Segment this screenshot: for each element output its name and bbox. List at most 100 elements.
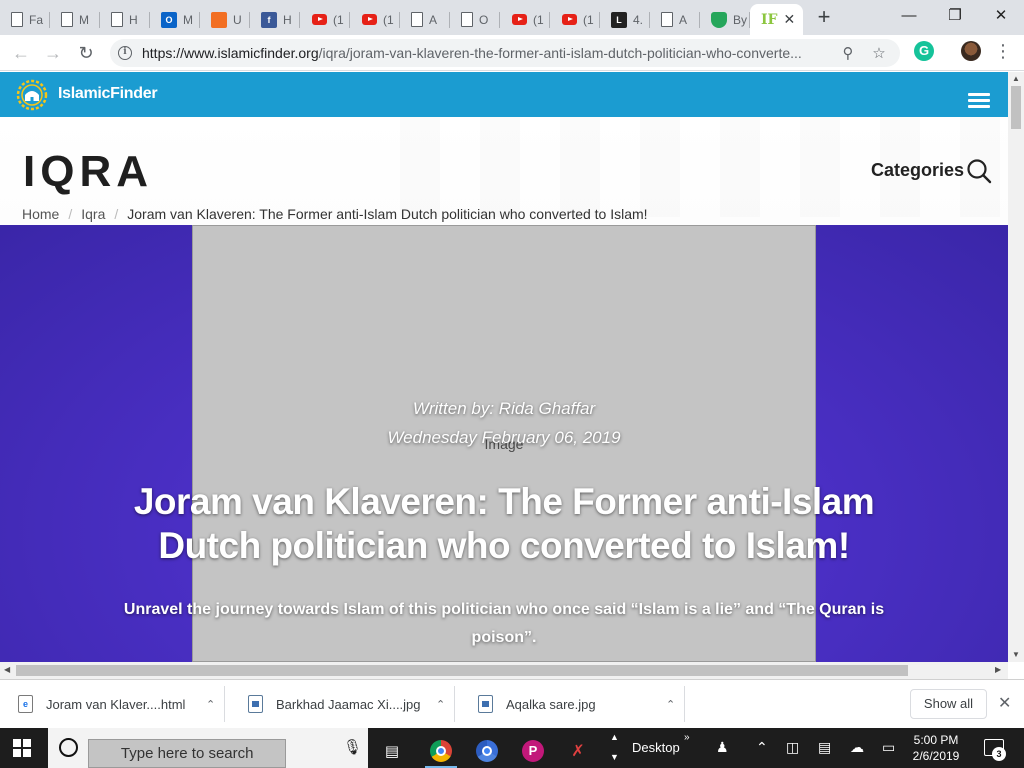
show-all-button[interactable]: Show all: [910, 689, 987, 719]
scroll-up-arrow-icon[interactable]: ▲: [1012, 74, 1020, 83]
categories-link[interactable]: Categories: [871, 160, 964, 181]
browser-tab[interactable]: O: [450, 4, 500, 35]
vertical-scrollbar[interactable]: [1008, 72, 1024, 662]
restore-button[interactable]: ❐: [932, 0, 978, 30]
download-item[interactable]: e Joram van Klaver....html ⌃: [0, 686, 225, 722]
browser-tab[interactable]: Fa: [0, 4, 50, 35]
download-item[interactable]: Aqalka sare.jpg ⌃: [460, 686, 685, 722]
document-icon: [661, 12, 673, 27]
people-icon[interactable]: ♟: [716, 739, 729, 756]
scroll-down-arrow-icon[interactable]: ▼: [1012, 650, 1020, 659]
chevron-up-tray-icon[interactable]: ⌃: [756, 739, 768, 756]
vertical-scroll-thumb[interactable]: [1011, 86, 1021, 129]
tab-title: A: [679, 12, 688, 27]
scroll-right-arrow-icon[interactable]: ▶: [995, 665, 1001, 674]
desktop-toolbar-label[interactable]: Desktop: [632, 740, 680, 755]
breadcrumb-section[interactable]: Iqra: [81, 206, 105, 222]
chevron-up-icon[interactable]: ⌃: [436, 698, 445, 711]
microphone-icon[interactable]: 🎙: [343, 738, 362, 756]
scroll-left-arrow-icon[interactable]: ◀: [4, 665, 10, 674]
browser-tab[interactable]: (1: [350, 4, 400, 35]
download-filename: Joram van Klaver....html: [46, 696, 186, 712]
breadcrumb-current: Joram van Klaveren: The Former anti-Isla…: [127, 206, 648, 222]
task-view-icon[interactable]: ▤: [372, 733, 412, 768]
toolbar-expand-icon[interactable]: »: [684, 732, 690, 743]
clock-date: 2/6/2019: [912, 749, 960, 763]
tab-title: Fa: [29, 12, 44, 27]
display-icon[interactable]: ▭: [882, 739, 895, 756]
chrome-taskbar-icon[interactable]: [421, 733, 461, 768]
tab-active[interactable]: IF ✕: [750, 4, 803, 35]
reload-button[interactable]: ↻: [73, 40, 99, 66]
browser-tab[interactable]: A: [400, 4, 450, 35]
back-button[interactable]: ←: [8, 40, 34, 66]
document-icon: [461, 12, 473, 27]
cortana-icon: [59, 738, 78, 757]
browser-menu-icon[interactable]: ⋮: [994, 40, 1012, 64]
tab-title: M: [183, 12, 193, 27]
breadcrumb-home[interactable]: Home: [22, 206, 59, 222]
article-byline: Written by: Rida Ghaffar: [412, 399, 596, 418]
search-icon[interactable]: [966, 158, 992, 184]
taskbar-search-placeholder: Type here to search: [88, 739, 287, 768]
youtube-icon: [561, 12, 577, 28]
browser-tab[interactable]: By: [700, 4, 750, 35]
hamburger-menu-icon[interactable]: [968, 93, 990, 109]
windows-start-icon[interactable]: [13, 739, 31, 757]
chevron-up-icon[interactable]: ⌃: [666, 698, 675, 711]
forward-button[interactable]: →: [40, 40, 66, 66]
download-filename: Barkhad Jaamac Xi....jpg: [276, 696, 421, 712]
chrome-profile-taskbar-icon[interactable]: [467, 733, 507, 768]
article-date: Wednesday February 06, 2019: [387, 428, 621, 447]
site-info-icon[interactable]: i: [118, 46, 132, 60]
picsart-taskbar-icon[interactable]: P: [513, 733, 553, 768]
islamicfinder-icon: IF: [761, 11, 778, 28]
minimize-button[interactable]: —: [886, 0, 932, 30]
zoom-icon[interactable]: ⚲: [837, 42, 859, 64]
grammarly-extension-icon[interactable]: G: [914, 41, 934, 61]
article-headline: Joram van Klaveren: The Former anti-Isla…: [133, 481, 875, 566]
article-hero: Image Written by: Rida Ghaffar Wednesday…: [0, 225, 1008, 662]
onedrive-cloud-icon[interactable]: ☁: [850, 739, 864, 756]
url-text[interactable]: https://www.islamicfinder.org/iqra/joram…: [142, 39, 832, 67]
tab-title: 4.: [633, 12, 644, 27]
article-subtitle: Unravel the journey towards Islam of thi…: [123, 601, 885, 646]
chevron-up-icon[interactable]: ⌃: [206, 698, 215, 711]
browser-tab[interactable]: M: [50, 4, 100, 35]
taskbar-search-box[interactable]: Type here to search 🎙: [48, 728, 368, 768]
image-file-icon: [478, 695, 493, 713]
profile-avatar[interactable]: [961, 41, 981, 61]
system-clock[interactable]: 5:00 PM 2/6/2019: [908, 732, 964, 764]
horizontal-scroll-thumb[interactable]: [16, 665, 908, 676]
browser-tab[interactable]: (1: [550, 4, 600, 35]
bookmark-star-icon[interactable]: ☆: [868, 42, 890, 64]
downloads-bar: e Joram van Klaver....html ⌃ Barkhad Jaa…: [0, 679, 1024, 728]
browser-tab[interactable]: (1: [300, 4, 350, 35]
browser-tab[interactable]: (1: [500, 4, 550, 35]
browser-tab[interactable]: fH: [250, 4, 300, 35]
taskbar-scroll-up-icon[interactable]: ▲: [610, 732, 619, 742]
tab-title: H: [283, 12, 292, 27]
browser-tab[interactable]: L 4.: [600, 4, 650, 35]
tab-title: H: [129, 12, 138, 27]
address-bar[interactable]: i https://www.islamicfinder.org/iqra/jor…: [110, 39, 900, 67]
browser-tab[interactable]: A: [650, 4, 700, 35]
taskbar-scroll-down-icon[interactable]: ▼: [610, 752, 619, 762]
battery-icon[interactable]: ◫: [786, 739, 799, 756]
network-icon[interactable]: ▤: [818, 739, 831, 756]
tab-strip: Fa M H O M Uf H (1 (1 A O (1 (1 L 4. A By IF ✕ + — ❐ ✕: [0, 0, 1024, 35]
browser-tab[interactable]: OM: [150, 4, 200, 35]
soundcloud-icon: [211, 11, 227, 28]
app-taskbar-icon[interactable]: ✗: [558, 733, 598, 768]
islamicfinder-logo-icon[interactable]: [11, 79, 53, 111]
browser-tab[interactable]: U: [200, 4, 250, 35]
close-downloads-icon[interactable]: ✕: [998, 693, 1011, 713]
browser-tab[interactable]: H: [100, 4, 150, 35]
close-window-button[interactable]: ✕: [978, 0, 1024, 30]
tab-close-icon[interactable]: ✕: [784, 11, 796, 28]
download-item[interactable]: Barkhad Jaamac Xi....jpg ⌃: [230, 686, 455, 722]
breadcrumb: Home / Iqra / Joram van Klaveren: The Former…: [22, 206, 648, 222]
section-header: IQRA Categories Home / Iqra / Joram van Klav…: [0, 117, 1008, 225]
site-logo-text[interactable]: IslamicFinder: [58, 85, 158, 103]
new-tab-button[interactable]: +: [814, 4, 834, 30]
